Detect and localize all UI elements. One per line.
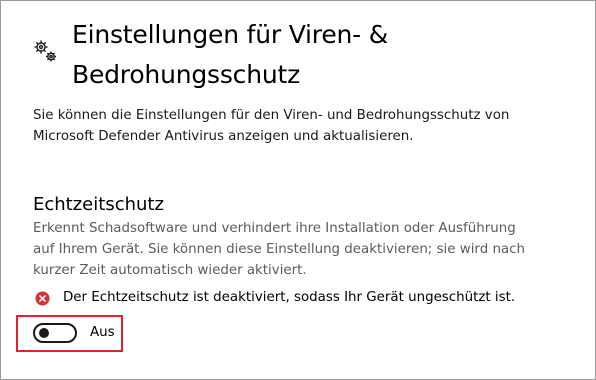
page-description: Sie können die Einstellungen für den Vir…: [33, 105, 573, 147]
toggle-knob: [39, 328, 49, 338]
page-title-line2: Bedrohungsschutz: [72, 60, 301, 89]
realtime-description-line2: auf Ihrem Gerät. Sie können diese Einste…: [33, 242, 526, 257]
page-title-line1: Einstellungen für Viren- &: [72, 20, 389, 49]
error-x-icon: [35, 290, 50, 306]
realtime-warning-text: Der Echtzeitschutz ist deaktiviert, soda…: [63, 290, 516, 305]
gears-icon: [34, 40, 56, 62]
realtime-warning: Der Echtzeitschutz ist deaktiviert, soda…: [35, 288, 515, 308]
realtime-description: Erkennt Schadsoftware und verhindert ihr…: [33, 218, 573, 281]
realtime-heading: Echtzeitschutz: [33, 194, 164, 215]
page-title: Einstellungen für Viren- & Bedrohungssch…: [72, 15, 572, 95]
page-description-line2: Microsoft Defender Antivirus anzeigen un…: [33, 129, 414, 144]
realtime-description-line3: kurzer Zeit automatisch wieder aktiviert…: [33, 263, 307, 278]
realtime-protection-toggle[interactable]: [33, 323, 77, 343]
realtime-description-line1: Erkennt Schadsoftware und verhindert ihr…: [33, 221, 516, 236]
page-description-line1: Sie können die Einstellungen für den Vir…: [33, 108, 510, 123]
realtime-toggle-label: Aus: [90, 325, 115, 340]
